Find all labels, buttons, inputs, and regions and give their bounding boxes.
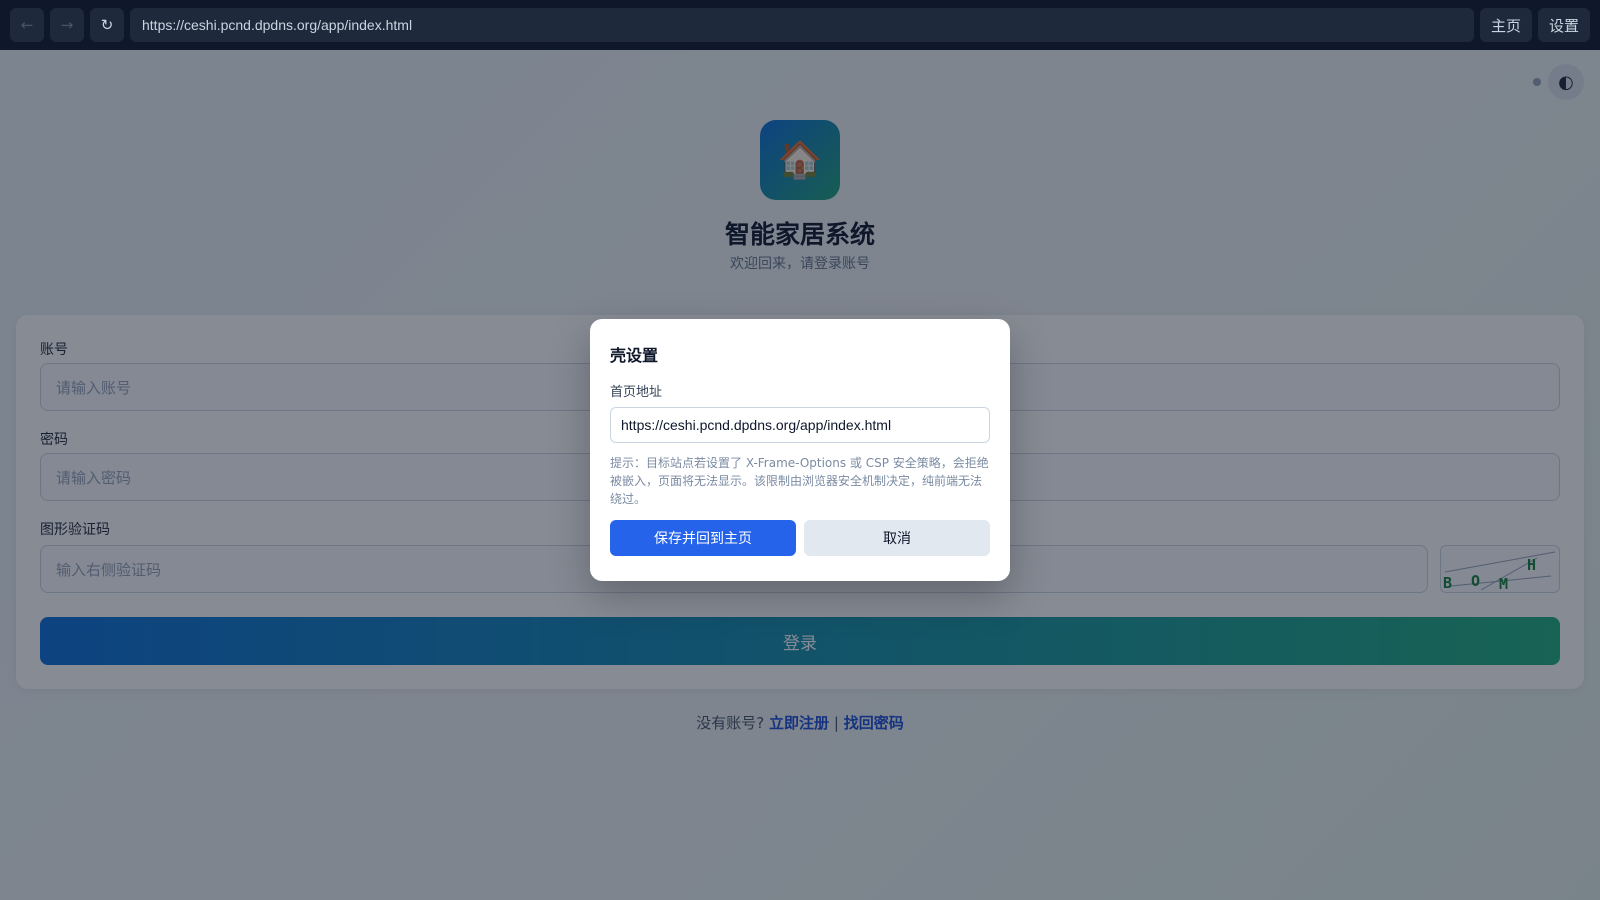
home-url-label: 首页地址 (610, 385, 663, 400)
dialog-actions: 保存并回到主页 取消 (610, 520, 990, 556)
home-url-input[interactable]: https://ceshi.pcnd.dpdns.org/app/index.h… (610, 407, 990, 443)
forward-button[interactable]: → (50, 8, 84, 42)
dialog-hint: 提示：目标站点若设置了 X-Frame-Options 或 CSP 安全策略，会… (610, 456, 989, 506)
reload-button[interactable]: ↻ (90, 8, 124, 42)
shell-settings-dialog: 壳设置 首页地址 https://ceshi.pcnd.dpdns.org/ap… (590, 319, 1010, 581)
dialog-title: 壳设置 (610, 346, 659, 365)
arrow-right-icon: → (60, 16, 74, 34)
cancel-button[interactable]: 取消 (804, 520, 990, 556)
settings-button[interactable]: 设置 (1537, 8, 1590, 42)
reload-icon: ↻ (100, 16, 114, 34)
back-button[interactable]: ← (10, 8, 44, 42)
save-and-home-button[interactable]: 保存并回到主页 (610, 520, 796, 556)
home-button[interactable]: 主页 (1479, 8, 1532, 42)
arrow-left-icon: ← (20, 16, 34, 34)
address-bar[interactable]: https://ceshi.pcnd.dpdns.org/app/index.h… (130, 8, 1474, 42)
browser-toolbar: ← → ↻ https://ceshi.pcnd.dpdns.org/app/i… (0, 0, 1600, 50)
